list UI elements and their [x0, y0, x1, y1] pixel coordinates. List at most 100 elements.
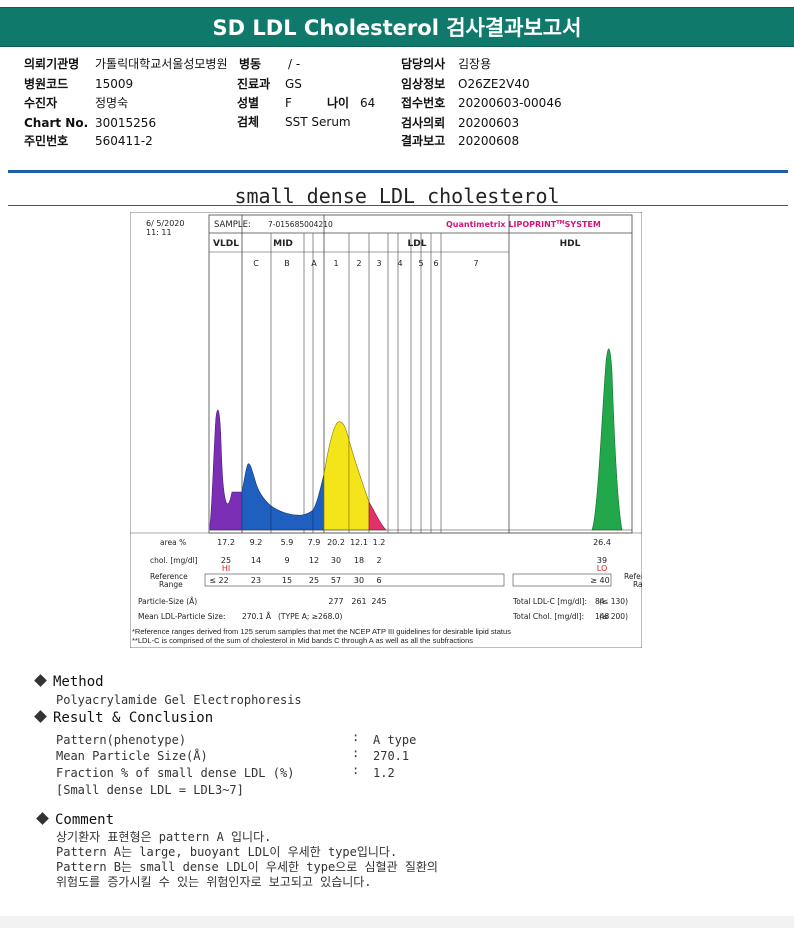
brand-name: Quantimetrix LIPOPRINTTMSYSTEM	[446, 220, 601, 229]
mean-ldl-label: Mean LDL-Particle Size:	[138, 612, 226, 621]
group-label: LDL	[408, 239, 427, 249]
lo-flag: LO	[597, 564, 607, 573]
area-value: 9.2	[250, 538, 263, 547]
area-value: 5.9	[281, 538, 294, 547]
result-value-0: A type	[373, 733, 417, 747]
institution-label: 의뢰기관명	[24, 57, 80, 71]
hdl-ref-label-2: Range	[633, 580, 642, 589]
accession-value: 20200603-00046	[458, 96, 562, 110]
dept-value: GS	[285, 77, 302, 91]
result-label-1: Mean Particle Size(Å)	[56, 749, 208, 763]
chart-frame	[130, 212, 642, 648]
comment-heading: Comment	[36, 812, 114, 828]
area-value: 7.9	[308, 538, 321, 547]
chart-no-value: 30015256	[95, 116, 157, 130]
chart-no-label: Chart No.	[24, 116, 89, 130]
group-label: VLDL	[213, 239, 239, 249]
divider	[8, 170, 788, 173]
chol-value: 2	[376, 556, 381, 565]
result-value-2: 1.2	[373, 766, 395, 780]
chol-value: 12	[309, 556, 319, 565]
band-label: 5	[418, 259, 423, 268]
particle-label: Particle-Size (Å)	[138, 597, 197, 606]
hospital-code-label: 병원코드	[24, 77, 69, 91]
particle-value: 261	[351, 597, 366, 606]
comment-line-3: 위험도를 증가시킬 수 있는 위험인자로 보고되고 있습니다.	[56, 875, 372, 889]
ward-label: 병동	[239, 57, 262, 71]
lipoprint-chart: 6/ 5/2020 11: 11 SAMPLE: 7-015685004210 …	[130, 212, 642, 648]
resident-no-label: 주민번호	[24, 134, 69, 148]
ref-value: 6	[376, 576, 381, 585]
particle-value: 277	[328, 597, 343, 606]
group-label: MID	[273, 239, 293, 249]
ref-value: ≤ 22	[209, 576, 228, 585]
mean-ldl-type: (TYPE A; ≥268.0)	[278, 612, 343, 621]
dept-label: 진료과	[237, 77, 271, 91]
method-text: Polyacrylamide Gel Electrophoresis	[56, 693, 302, 707]
total-chol-label: Total Chol. [mg/dl]:	[512, 612, 584, 621]
band-label: 2	[356, 259, 361, 268]
total-ldl-ref: (≤ 130)	[599, 597, 628, 606]
footnote-2: **LDL-C is comprised of the sum of chole…	[132, 636, 474, 645]
ref-value: 25	[309, 576, 319, 585]
doctor-value: 김장용	[458, 57, 492, 71]
hi-flag: HI	[222, 564, 230, 573]
chart-date: 6/ 5/2020	[146, 219, 184, 228]
band-label: A	[311, 259, 317, 268]
result-note: [Small dense LDL = LDL3~7]	[56, 783, 244, 797]
clinical-info-value: O26ZE2V40	[458, 77, 530, 91]
group-label: HDL	[560, 239, 581, 249]
area-label: area %	[160, 538, 186, 547]
footnote-1: *Reference ranges derived from 125 serum…	[132, 627, 511, 636]
divider	[8, 205, 788, 206]
band-label: 3	[376, 259, 381, 268]
patient-label: 수진자	[24, 96, 58, 110]
chol-value: 9	[284, 556, 289, 565]
band-label: 1	[333, 259, 338, 268]
band-label: B	[284, 259, 290, 268]
band-label: 7	[473, 259, 478, 268]
specimen-value: SST Serum	[285, 115, 351, 129]
method-heading: Method	[34, 674, 104, 690]
comment-line-1: Pattern A는 large, buoyant LDL이 우세한 type입…	[56, 845, 398, 859]
result-value-1: 270.1	[373, 749, 410, 763]
request-date-label: 검사의뢰	[401, 116, 446, 130]
comment-line-2: Pattern B는 small dense LDL이 우세한 type으로 심…	[56, 860, 438, 874]
sample-id: 7-015685004210	[268, 220, 333, 229]
age-value: 64	[360, 96, 376, 110]
particle-value: 245	[371, 597, 386, 606]
report-date-label: 결과보고	[401, 134, 446, 148]
hdl-ref-value: ≥ 40	[590, 576, 609, 585]
ref-value: 30	[354, 576, 364, 585]
chol-value: 14	[251, 556, 261, 565]
total-chol-ref: (≤ 200)	[599, 612, 628, 621]
doctor-label: 담당의사	[401, 57, 446, 71]
sex-label: 성별	[237, 96, 260, 110]
sample-label: SAMPLE:	[214, 220, 251, 230]
result-label-0: Pattern(phenotype)	[56, 733, 187, 747]
diamond-bullet-icon	[34, 674, 47, 687]
clinical-info-label: 임상정보	[401, 77, 446, 91]
ref-value: 23	[251, 576, 261, 585]
area-value: 20.2	[327, 538, 345, 547]
ref-label-2: Range	[159, 580, 183, 589]
band-label: 4	[397, 259, 402, 268]
ref-value: 57	[331, 576, 341, 585]
chol-value: 30	[331, 556, 341, 565]
chol-label: chol. [mg/dl]	[150, 556, 198, 565]
ref-value: 15	[282, 576, 292, 585]
report-title: SD LDL Cholesterol 검사결과보고서	[0, 7, 794, 47]
institution-value: 가톨릭대학교서울성모병원	[95, 57, 228, 71]
resident-no-value: 560411-2	[95, 134, 153, 148]
area-value: 17.2	[217, 538, 235, 547]
patient-value: 정명숙	[95, 96, 129, 110]
mean-ldl-value: 270.1 Å	[242, 612, 272, 621]
area-value: 1.2	[373, 538, 386, 547]
result-label-2: Fraction % of small dense LDL (%)	[56, 766, 295, 780]
area-value: 26.4	[593, 538, 611, 547]
diamond-bullet-icon	[34, 710, 47, 723]
sex-value: F	[285, 96, 292, 110]
band-label: 6	[433, 259, 438, 268]
age-label: 나이	[327, 96, 350, 110]
ward-value: / -	[288, 57, 301, 71]
